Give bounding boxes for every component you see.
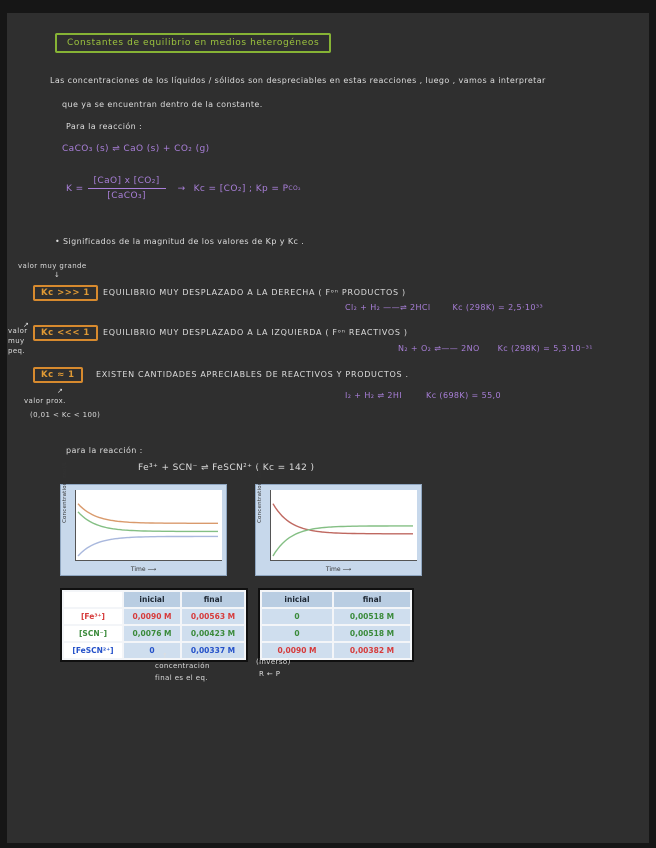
intro-line-1: Las concentraciones de los líquidos / só… [50, 76, 546, 85]
note-kc-range: (0,01 < Kc < 100) [30, 411, 100, 419]
left-chart-plot-area [75, 490, 222, 561]
left-chart-ylabel: Concentration, mol/L [62, 461, 68, 523]
empty-header-cell [63, 591, 123, 608]
page-margin-left [0, 0, 7, 848]
caption-appreciable-amounts: EXISTEN CANTIDADES APRECIABLES DE REACTI… [96, 370, 409, 379]
left-chart-xlabel: Time ⟶ [61, 566, 226, 573]
page-margin-right [649, 0, 656, 848]
page-margin-top [0, 0, 656, 13]
row-label: [SCN⁻] [63, 625, 123, 642]
cell-final: 0,00337 M [181, 642, 245, 659]
page-title: Constantes de equilibrio en medios heter… [55, 33, 331, 53]
cell-final: 0,00563 M [181, 608, 245, 625]
right-chart-lines [271, 490, 417, 559]
k-numerator: [CaO] x [CO₂] [88, 176, 166, 189]
note-valor-muy-grande: valor muy grande [18, 262, 87, 270]
k-expression: K = [CaO] x [CO₂] [CaCO₃] → Kc = [CO₂] ;… [66, 176, 301, 201]
caption-displaced-right: EQUILIBRIO MUY DESPLAZADO A LA DERECHA (… [103, 288, 406, 297]
k-denominator: [CaCO₃] [88, 189, 166, 201]
caco3-equation: CaCO₃ (s) ⇌ CaO (s) + CO₂ (g) [62, 144, 210, 154]
hcl-kc-value: Kc (298K) = 2,5·10³³ [453, 303, 544, 312]
cell-inicial: 0 [261, 625, 333, 642]
right-arrow-icon: → [178, 184, 186, 194]
cell-inicial: 0,0076 M [123, 625, 181, 642]
page-margin-bottom [0, 843, 656, 848]
k-fraction: [CaO] x [CO₂] [CaCO₃] [88, 176, 166, 201]
cell-inicial: 0 [123, 642, 181, 659]
table-row: 0,0090 M 0,00382 M [261, 642, 411, 659]
fescn-equation: Fe³⁺ + SCN⁻ ⇌ FeSCN²⁺ ( Kc = 142 ) [138, 463, 314, 473]
cell-final: 0,00423 M [181, 625, 245, 642]
footnote-r-from-p: R ← P [259, 670, 280, 678]
k-result: Kc = [CO₂] ; Kp = P [194, 184, 289, 194]
reverse-approach-chart: Concentration, mol/L Time ⟶ [255, 484, 422, 576]
left-concentration-table: inicial final [Fe³⁺] 0,0090 M 0,00563 M … [60, 588, 248, 662]
col-header-final: final [333, 591, 411, 608]
down-arrow-icon: ↓ [54, 271, 60, 279]
kc-much-greater-box: Kc >>> 1 [33, 285, 98, 301]
col-header-inicial: inicial [261, 591, 333, 608]
cell-final: 0,00518 M [333, 625, 411, 642]
example-hi: I₂ + H₂ ⇌ 2HI Kc (698K) = 55,0 [345, 391, 501, 400]
up-right-arrow-icon: ↗ [23, 321, 29, 329]
hi-kc-value: Kc (698K) = 55,0 [426, 391, 501, 400]
row-label: [FeSCN²⁺] [63, 642, 123, 659]
col-header-final: final [181, 591, 245, 608]
no-equation: N₂ + O₂ ⇌—— 2NO [398, 344, 480, 353]
example-no: N₂ + O₂ ⇌—— 2NO Kc (298K) = 5,3·10⁻³¹ [398, 344, 593, 353]
hcl-equation: Cl₂ + H₂ ——⇌ 2HCl [345, 303, 431, 312]
note-peq: peq. [8, 347, 25, 355]
cell-inicial: 0,0090 M [261, 642, 333, 659]
right-chart-plot-area [270, 490, 417, 561]
note-muy: muy [8, 337, 25, 345]
cell-inicial: 0 [261, 608, 333, 625]
kc-approx-one-box: Kc ≈ 1 [33, 367, 83, 383]
footnote-final-eq: final es el eq. [155, 674, 208, 682]
cell-final: 0,00518 M [333, 608, 411, 625]
hi-equation: I₂ + H₂ ⇌ 2HI [345, 391, 402, 400]
cell-inicial: 0,0090 M [123, 608, 181, 625]
row-label: [Fe³⁺] [63, 608, 123, 625]
up-arrow-icon: ↗ [57, 387, 63, 395]
cell-final: 0,00382 M [333, 642, 411, 659]
k-result-subscript: CO₂ [288, 185, 301, 192]
footnote-concentracion: concentración [155, 662, 210, 670]
k-lhs: K = [66, 184, 84, 194]
right-chart-xlabel: Time ⟶ [256, 566, 421, 573]
table-header-row: inicial final [261, 591, 411, 608]
notes-page: Constantes de equilibrio en medios heter… [0, 0, 656, 848]
table-row: [Fe³⁺] 0,0090 M 0,00563 M [63, 608, 245, 625]
table-row: [SCN⁻] 0,0076 M 0,00423 M [63, 625, 245, 642]
for-reaction-label: Para la reacción : [66, 122, 142, 131]
table-row: 0 0,00518 M [261, 625, 411, 642]
intro-line-2: que ya se encuentran dentro de la consta… [62, 100, 263, 109]
table-header-row: inicial final [63, 591, 245, 608]
right-concentration-table: inicial final 0 0,00518 M 0 0,00518 M 0,… [258, 588, 414, 662]
up-arrow-icon: ↑ [162, 652, 168, 660]
right-chart-ylabel: Concentration, mol/L [257, 461, 263, 523]
forward-approach-chart: Concentration, mol/L Time ⟶ [60, 484, 227, 576]
table-row: 0 0,00518 M [261, 608, 411, 625]
example-hcl: Cl₂ + H₂ ——⇌ 2HCl Kc (298K) = 2,5·10³³ [345, 303, 543, 312]
note-valor-prox: valor prox. [24, 397, 66, 405]
table-row: [FeSCN²⁺] 0 0,00337 M [63, 642, 245, 659]
footnote-inverso: (inverso) [256, 658, 291, 666]
left-chart-lines [76, 490, 222, 559]
kc-much-less-box: Kc <<< 1 [33, 325, 98, 341]
col-header-inicial: inicial [123, 591, 181, 608]
caption-displaced-left: EQUILIBRIO MUY DESPLAZADO A LA IZQUIERDA… [103, 328, 408, 337]
significance-heading: • Significados de la magnitud de los val… [55, 237, 304, 246]
fescn-reaction-label: para la reacción : [66, 446, 143, 455]
no-kc-value: Kc (298K) = 5,3·10⁻³¹ [498, 344, 593, 353]
